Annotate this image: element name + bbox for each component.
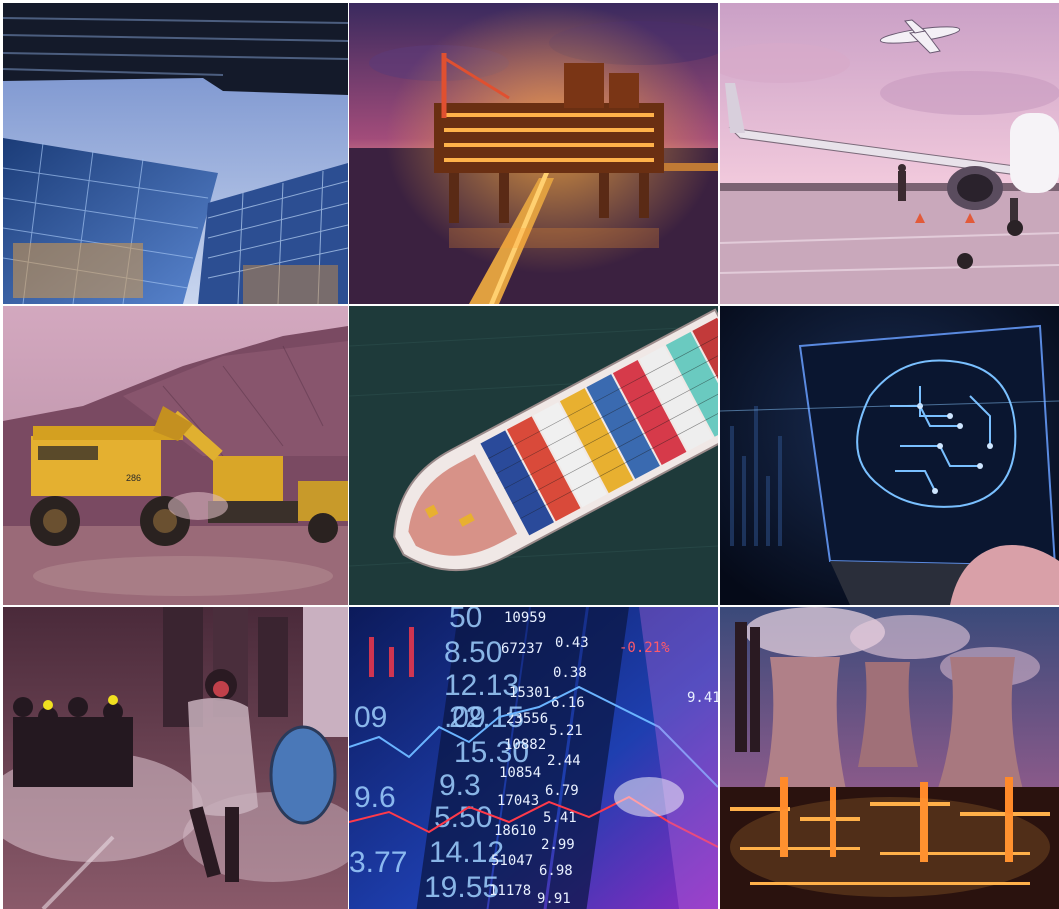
stock-ticker-illustration: 50 8.50 12.13 .09 22.15 15.30 9.3 5.50 1… (349, 607, 718, 909)
ticker-value: 15301 (509, 685, 551, 701)
ticker-value: 67237 (501, 641, 543, 657)
ticker-big-left: 09 (354, 701, 387, 734)
mining-trucks-photo: 286 (3, 306, 348, 605)
ai-brain-illustration (720, 306, 1059, 605)
refinery-photo (720, 607, 1059, 909)
ticker-value: 10959 (504, 610, 546, 626)
container-ship-illustration (349, 306, 718, 605)
ticker-value: 8.50 (444, 636, 502, 669)
ticker-value: 19.55 (424, 871, 499, 904)
protest-illustration (3, 607, 348, 909)
photo-collage-grid: 286 50 8.50 12.13 .09 22.15 15.30 9.3 5.… (0, 0, 1059, 909)
ticker-value: 2.44 (547, 753, 581, 769)
airplane-photo (720, 3, 1059, 304)
ticker-value: 9.91 (537, 891, 571, 907)
stock-ticker-photo: 50 8.50 12.13 .09 22.15 15.30 9.3 5.50 1… (349, 607, 718, 909)
mining-trucks-illustration: 286 (3, 306, 348, 605)
airplane-illustration (720, 3, 1059, 304)
ticker-value: 18610 (494, 823, 536, 839)
refinery-illustration (720, 607, 1059, 909)
ticker-value: 51047 (491, 853, 533, 869)
ticker-value: 5.21 (549, 723, 583, 739)
ticker-value: 5.50 (434, 801, 492, 834)
change-percent: -0.21% (619, 640, 670, 656)
ticker-value: 6.79 (545, 783, 579, 799)
ticker-value: 0.38 (553, 665, 587, 681)
ticker-value: 10882 (504, 737, 546, 753)
ticker-big-left: 3.77 (349, 846, 407, 879)
oil-platform-illustration (349, 3, 718, 304)
container-ship-photo (349, 306, 718, 605)
ai-brain-photo (720, 306, 1059, 605)
skyscrapers-photo (3, 3, 348, 304)
ticker-big-left: 9.6 (354, 781, 396, 814)
truck-number: 286 (126, 473, 141, 483)
skyscrapers-illustration (3, 3, 348, 304)
ticker-value: 12.13 (444, 669, 519, 702)
ticker-value: 50 (449, 607, 482, 634)
ticker-value: 11178 (489, 883, 531, 899)
ticker-value: 6.98 (539, 863, 573, 879)
ticker-value: 17043 (497, 793, 539, 809)
oil-platform-photo (349, 3, 718, 304)
ticker-value: 10854 (499, 765, 541, 781)
change-value: 9.41 (687, 690, 718, 706)
ticker-value: 9.3 (439, 769, 481, 802)
ticker-value: 0.43 (555, 635, 589, 651)
protest-photo (3, 607, 348, 909)
ticker-value: 5.41 (543, 810, 577, 826)
ticker-value: 2.99 (541, 837, 575, 853)
